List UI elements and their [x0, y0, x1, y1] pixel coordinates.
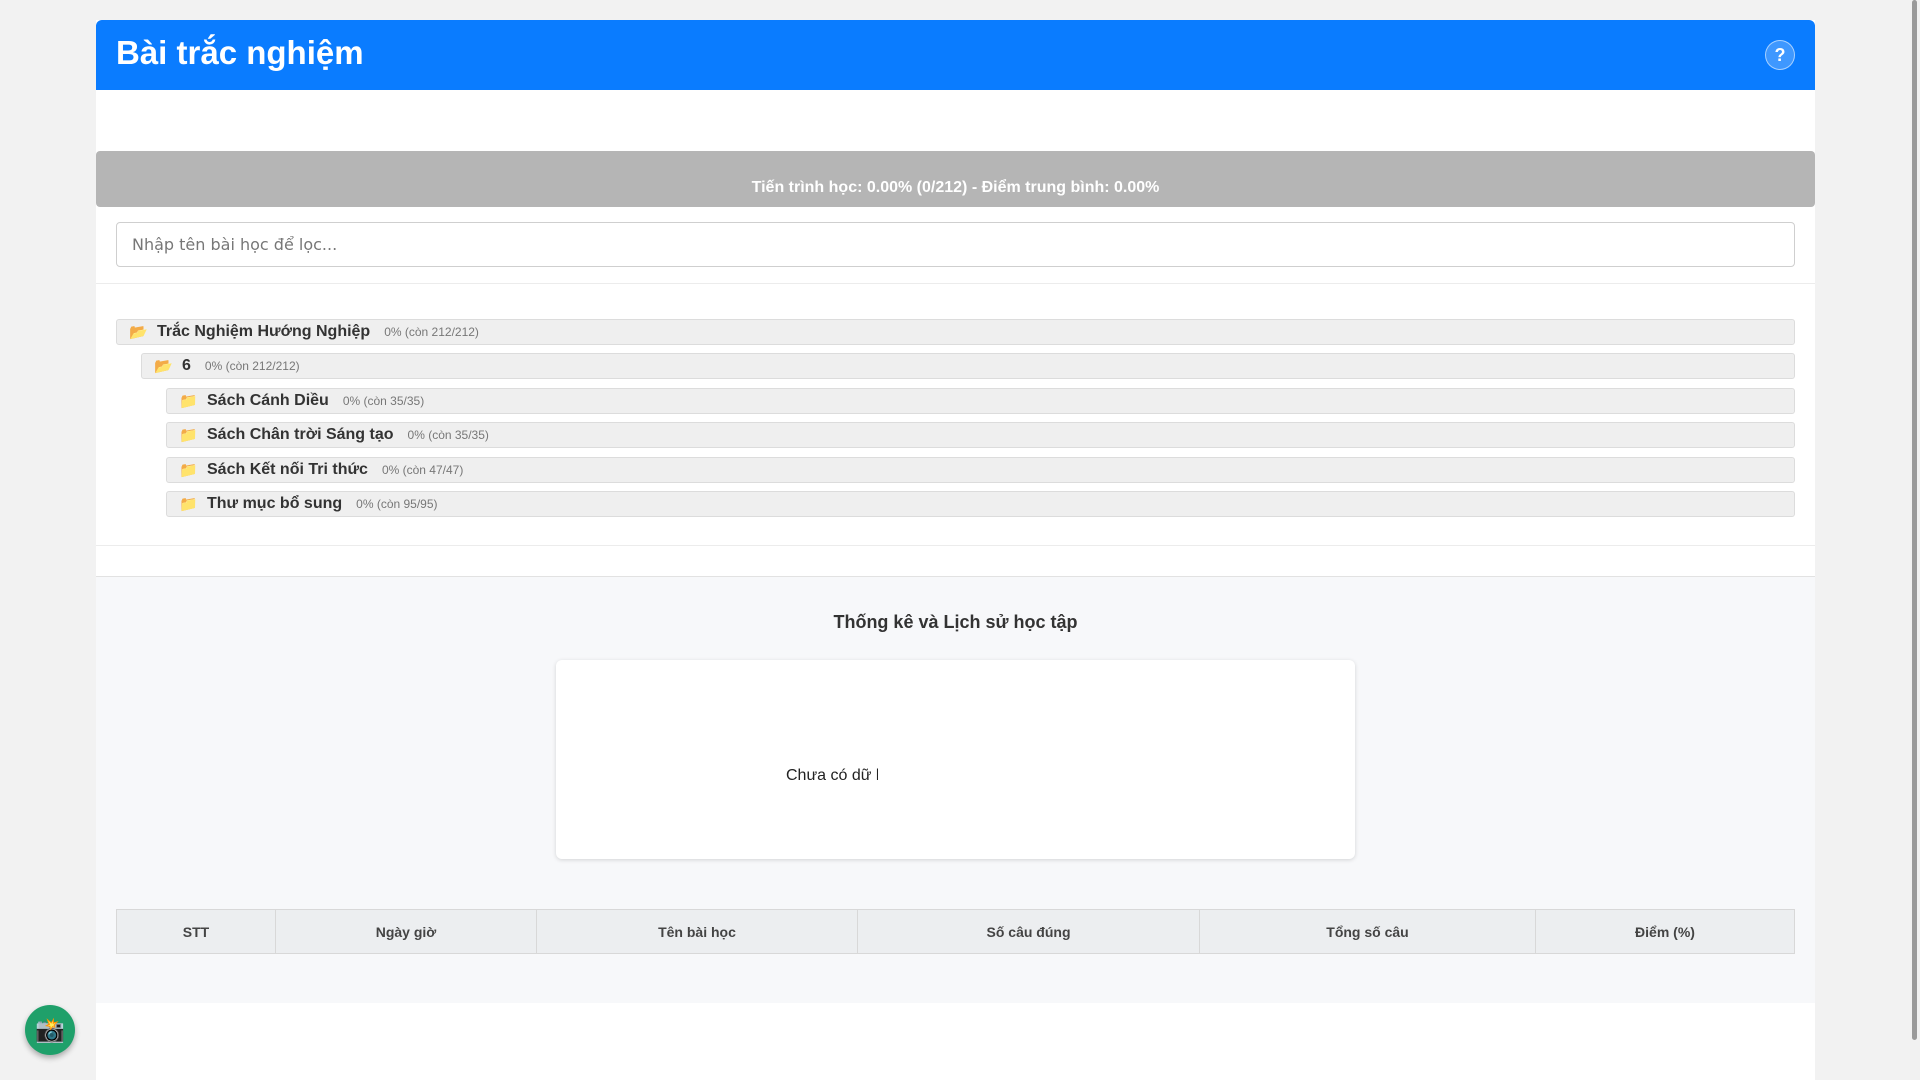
tree-item-stat: 0% (còn 212/212)	[204, 359, 300, 373]
page-scrollbar[interactable]	[1910, 0, 1920, 1080]
tree-item-name: Sách Chân trời Sáng tạo	[207, 426, 394, 443]
tree-item-stat: 0% (còn 47/47)	[381, 463, 464, 477]
divider	[96, 545, 1815, 546]
camera-icon: 📸	[35, 1016, 65, 1044]
folder-icon: 📁	[179, 462, 198, 479]
column-header-total-questions: Tổng số câu	[1199, 909, 1536, 954]
tree-item-sach-chan-troi-sang-tao[interactable]: 📁 Sách Chân trời Sáng tạo 0% (còn 35/35)	[166, 422, 1795, 448]
lesson-filter-input[interactable]	[116, 222, 1795, 267]
tree-item-name: Sách Kết nối Tri thức	[207, 461, 368, 478]
chart-card: Chưa có dữ liệu	[556, 660, 1355, 859]
tree-item-sach-ket-noi-tri-thuc[interactable]: 📁 Sách Kết nối Tri thức 0% (còn 47/47)	[166, 457, 1795, 483]
tree-item-stat: 0% (còn 212/212)	[384, 325, 479, 339]
screenshot-button[interactable]: 📸	[25, 1005, 75, 1055]
tree-item-name: Sách Cánh Diều	[207, 392, 329, 409]
chart-empty-message: Chưa có dữ liệu	[786, 767, 878, 784]
tree-item-name: 6	[182, 357, 191, 374]
folder-icon: 📁	[179, 496, 198, 513]
folder-icon: 📁	[179, 427, 198, 444]
page-title: Bài trắc nghiệm	[116, 34, 364, 71]
folder-icon: 📁	[179, 393, 198, 410]
column-header-datetime: Ngày giờ	[275, 909, 537, 954]
scrollbar-thumb[interactable]	[1912, 0, 1917, 1040]
history-table-header-row: STT Ngày giờ Tên bài học Số câu đúng Tổn…	[116, 909, 1795, 954]
help-button[interactable]: ?	[1765, 40, 1795, 70]
column-header-lesson-name: Tên bài học	[536, 909, 858, 954]
column-header-score: Điểm (%)	[1535, 909, 1795, 954]
quiz-page: Bài trắc nghiệm ? Tiến trình học: 0.00% …	[96, 20, 1815, 1080]
column-header-stt: STT	[116, 909, 276, 954]
open-folder-icon: 📂	[129, 324, 148, 341]
tree-item-root[interactable]: 📂 Trắc Nghiệm Hướng Nghiệp 0% (còn 212/2…	[116, 319, 1795, 345]
tree-item-name: Thư mục bổ sung	[207, 495, 343, 512]
history-table: STT Ngày giờ Tên bài học Số câu đúng Tổn…	[116, 909, 1795, 954]
column-header-correct-count: Số câu đúng	[857, 909, 1200, 954]
tree-item-sach-canh-dieu[interactable]: 📁 Sách Cánh Diều 0% (còn 35/35)	[166, 388, 1795, 414]
progress-bar: Tiến trình học: 0.00% (0/212) - Điểm tru…	[96, 151, 1815, 207]
tree-item-grade-6[interactable]: 📂 6 0% (còn 212/212)	[141, 353, 1795, 379]
tree-item-thu-muc-bo-sung[interactable]: 📁 Thư mục bổ sung 0% (còn 95/95)	[166, 491, 1795, 517]
tree-item-name: Trắc Nghiệm Hướng Nghiệp	[157, 323, 371, 340]
tree-item-stat: 0% (còn 95/95)	[356, 497, 438, 511]
stats-title: Thống kê và Lịch sử học tập	[833, 612, 1078, 632]
tree-item-stat: 0% (còn 35/35)	[342, 394, 425, 408]
progress-text: Tiến trình học: 0.00% (0/212) - Điểm tru…	[751, 179, 1160, 196]
open-folder-icon: 📂	[154, 358, 173, 375]
stats-section: Thống kê và Lịch sử học tập Chưa có dữ l…	[96, 577, 1815, 1003]
divider	[96, 283, 1815, 284]
page-header: Bài trắc nghiệm ?	[96, 20, 1815, 90]
tree-item-stat: 0% (còn 35/35)	[407, 428, 489, 442]
